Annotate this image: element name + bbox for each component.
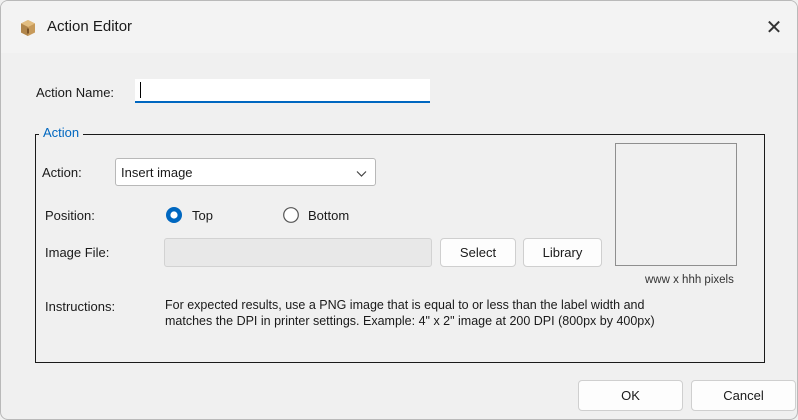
instructions-label: Instructions: — [45, 299, 116, 314]
ok-button[interactable]: OK — [578, 380, 683, 411]
select-button[interactable]: Select — [440, 238, 516, 267]
radio-selected-icon — [166, 207, 182, 223]
position-label: Position: — [45, 208, 95, 223]
text-caret — [140, 82, 141, 98]
action-dropdown[interactable]: Insert image — [115, 158, 376, 186]
close-icon: ✕ — [765, 16, 783, 39]
action-group-legend: Action — [39, 125, 84, 140]
action-editor-window: Action Editor ✕ Action Name: Action Acti… — [0, 0, 798, 420]
action-name-label: Action Name: — [36, 85, 115, 100]
close-button[interactable]: ✕ — [751, 1, 797, 53]
instructions-line-2: matches the DPI in printer settings. Exa… — [165, 314, 655, 328]
action-label: Action: — [42, 165, 82, 180]
image-preview — [615, 143, 737, 266]
title-bar: Action Editor ✕ — [1, 1, 797, 53]
cancel-button[interactable]: Cancel — [691, 380, 796, 411]
package-box-icon — [19, 19, 37, 37]
library-button[interactable]: Library — [523, 238, 602, 267]
window-title: Action Editor — [47, 18, 133, 35]
radio-unselected-icon — [283, 207, 299, 223]
position-bottom-label: Bottom — [308, 208, 350, 223]
image-file-label: Image File: — [45, 245, 110, 260]
instructions-line-1: For expected results, use a PNG image th… — [165, 298, 645, 312]
chevron-down-icon — [356, 167, 367, 178]
action-dropdown-value: Insert image — [121, 165, 193, 180]
image-file-field — [164, 238, 432, 267]
preview-dimensions: www x hhh pixels — [645, 274, 734, 286]
action-name-input[interactable] — [135, 79, 430, 103]
instructions-text: For expected results, use a PNG image th… — [165, 297, 761, 329]
position-top-label: Top — [192, 208, 213, 223]
